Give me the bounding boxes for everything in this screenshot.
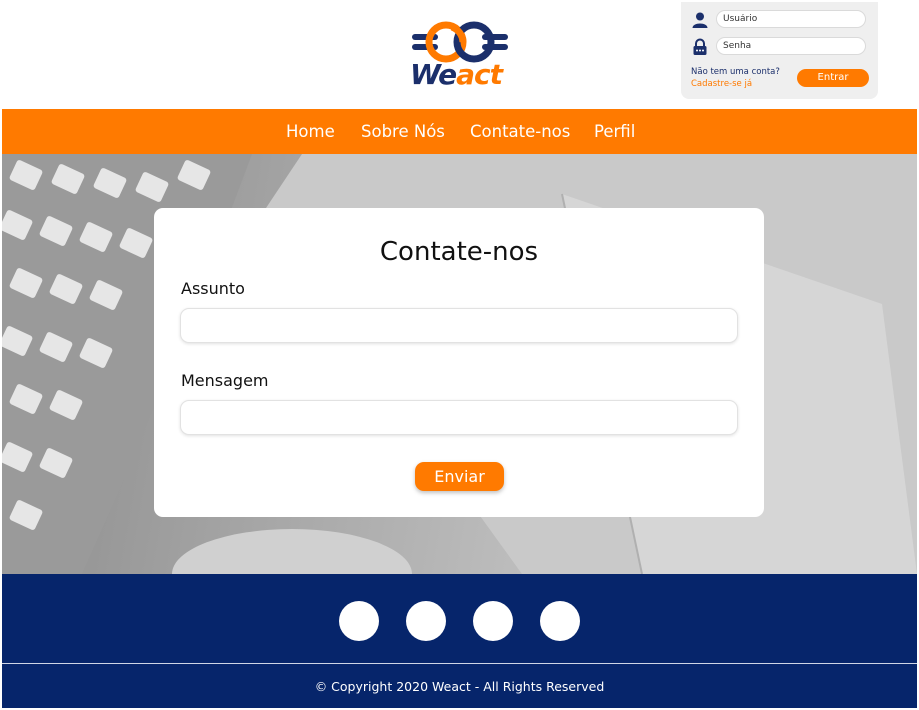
signup-link[interactable]: Cadastre-se já — [691, 78, 752, 90]
send-button[interactable]: Enviar — [415, 462, 504, 491]
message-label: Mensagem — [181, 371, 269, 390]
username-row — [689, 10, 872, 30]
nav-item-contate-nos[interactable]: Contate-nos — [470, 121, 570, 143]
subject-label: Assunto — [181, 279, 245, 298]
logo-act: act — [456, 58, 503, 91]
social-icon[interactable] — [406, 601, 446, 641]
login-box: Não tem uma conta? Cadastre-se já Entrar — [681, 2, 878, 99]
password-input[interactable] — [716, 37, 866, 55]
footer-divider — [2, 663, 917, 664]
nav-item-perfil[interactable]: Perfil — [594, 121, 635, 143]
username-input[interactable] — [716, 10, 866, 28]
password-row — [689, 37, 872, 57]
user-icon — [692, 12, 708, 28]
footer: © Copyright 2020 Weact - All Rights Rese… — [2, 574, 917, 708]
lock-icon — [693, 38, 707, 55]
message-input[interactable] — [180, 400, 738, 435]
page: Weact Não tem uma conta? Cadastre-se já … — [0, 0, 919, 710]
nav-item-home[interactable]: Home — [286, 121, 335, 143]
social-icon[interactable] — [473, 601, 513, 641]
logo-wordmark: Weact — [410, 58, 503, 92]
logo-we: We — [410, 58, 457, 91]
contact-form-card: Contate-nos Assunto Mensagem Enviar — [154, 208, 764, 517]
nav-item-sobre-nos[interactable]: Sobre Nós — [361, 121, 445, 143]
copyright-text: © Copyright 2020 Weact - All Rights Rese… — [314, 679, 605, 694]
social-icon[interactable] — [540, 601, 580, 641]
main-nav: Home Sobre Nós Contate-nos Perfil — [2, 109, 917, 154]
subject-input[interactable] — [180, 308, 738, 343]
social-icon[interactable] — [339, 601, 379, 641]
contact-title: Contate-nos — [379, 237, 539, 267]
no-account-text: Não tem uma conta? — [691, 67, 780, 77]
login-button[interactable]: Entrar — [797, 69, 869, 87]
